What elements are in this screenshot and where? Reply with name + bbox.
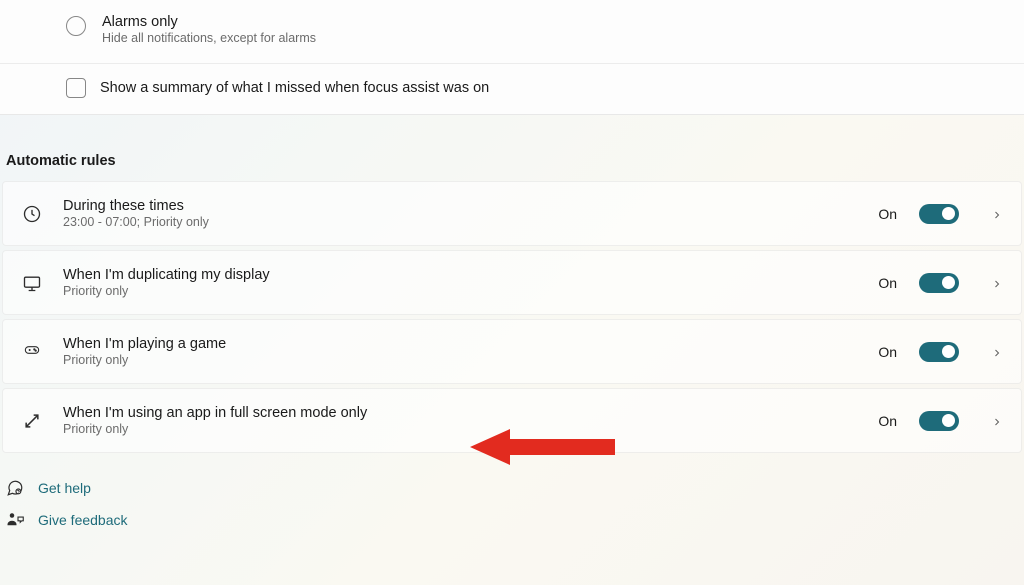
footer-links: Get help Give feedback xyxy=(0,453,1024,529)
give-feedback-label: Give feedback xyxy=(38,512,128,528)
rule-title: During these times xyxy=(63,198,858,214)
rule-title: When I'm using an app in full screen mod… xyxy=(63,405,858,421)
toggle-switch[interactable] xyxy=(919,204,959,224)
checkbox-icon xyxy=(66,78,86,98)
rule-title: When I'm duplicating my display xyxy=(63,267,858,283)
rules-list: During these times 23:00 - 07:00; Priori… xyxy=(0,181,1024,453)
radio-title: Alarms only xyxy=(102,14,316,30)
get-help-link[interactable]: Get help xyxy=(6,479,1018,497)
rule-status-label: On xyxy=(878,413,897,429)
gamepad-icon xyxy=(21,341,43,363)
rule-subtitle: 23:00 - 07:00; Priority only xyxy=(63,215,858,229)
monitor-icon xyxy=(21,272,43,294)
toggle-switch[interactable] xyxy=(919,342,959,362)
radio-text: Alarms only Hide all notifications, exce… xyxy=(102,14,316,45)
toggle-switch[interactable] xyxy=(919,411,959,431)
rule-title: When I'm playing a game xyxy=(63,336,858,352)
rule-status-label: On xyxy=(878,275,897,291)
get-help-label: Get help xyxy=(38,480,91,496)
rule-text: When I'm using an app in full screen mod… xyxy=(63,405,858,436)
rule-during-these-times[interactable]: During these times 23:00 - 07:00; Priori… xyxy=(2,181,1022,246)
rule-subtitle: Priority only xyxy=(63,284,858,298)
rule-text: During these times 23:00 - 07:00; Priori… xyxy=(63,198,858,229)
rule-duplicating-display[interactable]: When I'm duplicating my display Priority… xyxy=(2,250,1022,315)
fullscreen-icon xyxy=(21,410,43,432)
rule-playing-game[interactable]: When I'm playing a game Priority only On xyxy=(2,319,1022,384)
chevron-right-icon xyxy=(991,415,1003,427)
rule-status-label: On xyxy=(878,344,897,360)
section-header-automatic-rules: Automatic rules xyxy=(0,115,1024,181)
toggle-switch[interactable] xyxy=(919,273,959,293)
radio-option-alarms-only[interactable]: Alarms only Hide all notifications, exce… xyxy=(0,0,1024,63)
summary-checkbox-row[interactable]: Show a summary of what I missed when foc… xyxy=(0,63,1024,114)
feedback-icon xyxy=(6,511,24,529)
rule-text: When I'm playing a game Priority only xyxy=(63,336,858,367)
give-feedback-link[interactable]: Give feedback xyxy=(6,511,1018,529)
rule-status-label: On xyxy=(878,206,897,222)
chevron-right-icon xyxy=(991,346,1003,358)
rule-subtitle: Priority only xyxy=(63,422,858,436)
rule-subtitle: Priority only xyxy=(63,353,858,367)
help-icon xyxy=(6,479,24,497)
radio-icon xyxy=(66,16,86,36)
chevron-right-icon xyxy=(991,208,1003,220)
rule-text: When I'm duplicating my display Priority… xyxy=(63,267,858,298)
radio-subtitle: Hide all notifications, except for alarm… xyxy=(102,31,316,45)
checkbox-label: Show a summary of what I missed when foc… xyxy=(100,80,489,96)
clock-icon xyxy=(21,203,43,225)
chevron-right-icon xyxy=(991,277,1003,289)
rule-full-screen-app[interactable]: When I'm using an app in full screen mod… xyxy=(2,388,1022,453)
focus-options-section: Alarms only Hide all notifications, exce… xyxy=(0,0,1024,115)
